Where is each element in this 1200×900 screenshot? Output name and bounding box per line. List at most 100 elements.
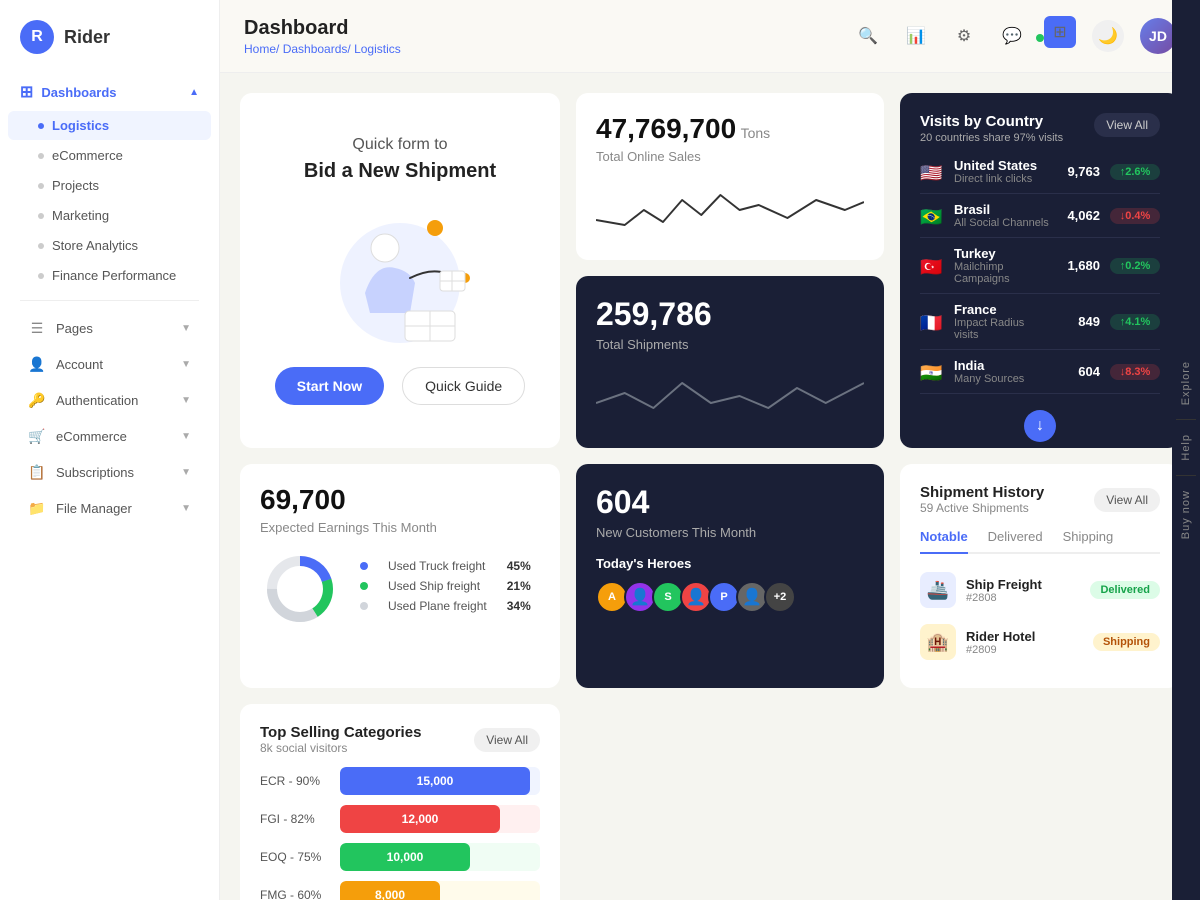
new-customers-card: 604 New Customers This Month Today's Her… [576,464,884,688]
bar-fill-fmg: 8,000 [340,881,440,900]
categories-header: Top Selling Categories 8k social visitor… [260,724,540,755]
shipment-view-all-button[interactable]: View All [1094,488,1160,512]
header-left: Dashboard Home/ Dashboards/ Logistics [244,17,401,56]
sidebar-item-authentication[interactable]: 🔑 Authentication ▼ [8,383,211,417]
user-avatar[interactable]: JD [1140,18,1176,54]
flag-in: 🇮🇳 [920,363,944,381]
apps-icon[interactable]: ⊞ [1044,16,1076,48]
categories-title: Top Selling Categories [260,724,421,741]
earnings-number: 69,700 [260,484,540,516]
heroes-avatars: A 👤 S 👤 P 👤 +2 [596,581,864,613]
sidebar-logo[interactable]: R Rider [0,20,219,74]
sidebar-item-store-analytics[interactable]: Store Analytics [8,231,211,260]
tab-shipping[interactable]: Shipping [1063,529,1114,552]
bar-fill-fgi: 12,000 [340,805,500,833]
dot [38,243,44,249]
truck-dot [360,562,368,570]
plane-pct: 34% [507,599,531,613]
categories-view-all-button[interactable]: View All [474,728,540,752]
bar-fill-ecr: 15,000 [340,767,530,795]
sidebar-dashboards-section[interactable]: ⊞ Dashboards ▲ [0,74,219,110]
quick-guide-button[interactable]: Quick Guide [402,367,525,405]
bar-fgi: FGI - 82% 12,000 [260,805,540,833]
country-row-us: 🇺🇸 United States Direct link clicks 9,76… [920,150,1160,194]
country-visits-tr: 1,680 [1060,258,1100,273]
bar-track-fgi: 12,000 [340,805,540,833]
sidebar-item-account[interactable]: 👤 Account ▼ [8,347,211,381]
ship-status-2: Shipping [1093,633,1160,651]
active-dot [38,123,44,129]
chevron-down-icon: ▼ [181,359,191,370]
buy-now-label[interactable]: Buy now [1176,476,1196,553]
bar-label-ecr: ECR - 90% [260,774,330,788]
country-name-in: India [954,358,1050,373]
sidebar-item-ecommerce[interactable]: eCommerce [8,141,211,170]
truck-pct: 45% [507,559,531,573]
sidebar-item-projects[interactable]: Projects [8,171,211,200]
tab-notable[interactable]: Notable [920,529,968,554]
ship-pct: 21% [507,579,531,593]
chevron-down-icon: ▼ [181,503,191,514]
sidebar-item-subscriptions[interactable]: 📋 Subscriptions ▼ [8,455,211,489]
bar-fill-eoq: 10,000 [340,843,470,871]
chevron-down-icon: ▼ [181,323,191,334]
help-label[interactable]: Help [1176,420,1196,475]
hotel-icon: 🏨 [920,624,956,660]
sidebar-item-file-manager[interactable]: 📁 File Manager ▼ [8,491,211,525]
truck-label: Used Truck freight [388,559,487,573]
explore-label[interactable]: Explore [1176,347,1196,419]
form-buttons: Start Now Quick Guide [275,367,525,405]
stat-label-sales: Total Online Sales [596,149,864,164]
quick-form-title: Quick form to [352,136,447,154]
earnings-label: Expected Earnings This Month [260,520,540,535]
chart-icon[interactable]: 📊 [900,20,932,52]
content-grid: Quick form to Bid a New Shipment [220,73,1200,900]
settings-icon[interactable]: ⚙ [948,20,980,52]
flag-tr: 🇹🇷 [920,257,944,275]
countries-view-all-button[interactable]: View All [1094,113,1160,137]
chat-icon[interactable]: 💬 [996,20,1028,52]
customers-number: 604 [596,484,864,521]
tab-delivered[interactable]: Delivered [988,529,1043,552]
chevron-down-icon: ▼ [181,395,191,406]
header: Dashboard Home/ Dashboards/ Logistics 🔍 … [220,0,1200,73]
chevron-down-icon: ▼ [181,467,191,478]
search-icon[interactable]: 🔍 [852,20,884,52]
donut-legend: Used Truck freight 45% Used Ship freight… [360,559,531,619]
ship-freight-icon: 🚢 [920,572,956,608]
sidebar-item-finance-performance[interactable]: Finance Performance [8,261,211,290]
shipment-subtitle: 59 Active Shipments [920,501,1044,515]
bar-label-eoq: EOQ - 75% [260,850,330,864]
shipment-item-2: 🏨 Rider Hotel #2809 Shipping [920,616,1160,668]
start-now-button[interactable]: Start Now [275,367,384,405]
country-source-br: All Social Channels [954,217,1050,229]
customers-label: New Customers This Month [596,525,864,540]
ship-label: Used Ship freight [388,579,487,593]
country-row-br: 🇧🇷 Brasil All Social Channels 4,062 ↓0.4… [920,194,1160,238]
legend-plane: Used Plane freight 34% [360,599,531,613]
pages-icon: ☰ [28,319,46,337]
sidebar-item-logistics[interactable]: Logistics [8,111,211,140]
sidebar-item-ecommerce-main[interactable]: 🛒 eCommerce ▼ [8,419,211,453]
notification-dot [1036,34,1044,42]
plane-label: Used Plane freight [388,599,487,613]
country-source-fr: Impact Radius visits [954,317,1050,341]
country-change-us: ↑2.6% [1110,164,1160,180]
ship-id-2: #2809 [966,644,1083,656]
countries-title: Visits by Country [920,113,1063,130]
sidebar-item-pages[interactable]: ☰ Pages ▼ [8,311,211,345]
sidebar-item-marketing[interactable]: Marketing [8,201,211,230]
country-source-tr: Mailchimp Campaigns [954,261,1050,285]
quick-form-card: Quick form to Bid a New Shipment [240,93,560,448]
countries-header: Visits by Country 20 countries share 97%… [920,113,1160,144]
shipment-item-1: 🚢 Ship Freight #2808 Delivered [920,564,1160,616]
subscriptions-icon: 📋 [28,463,46,481]
country-info-in: India Many Sources [954,358,1050,385]
auth-icon: 🔑 [28,391,46,409]
hero-avatar-more: +2 [764,581,796,613]
dark-mode-toggle[interactable]: 🌙 [1092,20,1124,52]
scroll-down-button[interactable]: ↓ [1024,410,1056,442]
bars-container: ECR - 90% 15,000 FGI - 82% 12,000 EOQ - … [260,767,540,900]
earnings-card: 69,700 Expected Earnings This Month Us [240,464,560,688]
country-info-tr: Turkey Mailchimp Campaigns [954,246,1050,285]
